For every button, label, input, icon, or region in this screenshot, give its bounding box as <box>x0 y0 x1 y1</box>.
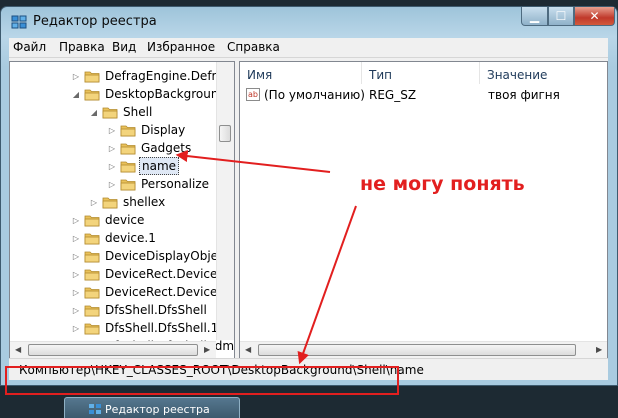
title-bar[interactable]: Редактор реестра ▁ ☐ ✕ <box>1 7 617 37</box>
tree-item[interactable]: ▷ Personalize <box>106 175 211 193</box>
tree-item-label: device.1 <box>105 231 156 245</box>
folder-icon <box>120 179 136 190</box>
minimize-button[interactable]: ▁ <box>521 7 548 26</box>
tree-vertical-scrollbar[interactable] <box>216 62 234 340</box>
expand-closed-icon[interactable]: ▷ <box>88 198 100 207</box>
tree-item[interactable]: ▷ Display <box>106 121 187 139</box>
scroll-left-icon[interactable]: ◀ <box>15 345 21 354</box>
maximize-icon: ☐ <box>555 9 567 23</box>
expand-closed-icon[interactable]: ▷ <box>70 306 82 315</box>
tree-item[interactable]: ▷ device <box>70 211 146 229</box>
tree-item-label: Shell <box>123 105 153 119</box>
expand-closed-icon[interactable]: ▷ <box>106 162 118 171</box>
minimize-icon: ▁ <box>529 9 540 23</box>
taskbar-label: Редактор реестра <box>105 403 210 416</box>
folder-icon <box>102 107 118 118</box>
list-horizontal-scrollbar[interactable]: ◀ ▶ <box>240 341 607 358</box>
menu-edit[interactable]: Правка <box>59 40 105 54</box>
tree-vertical-scroll-thumb[interactable] <box>219 125 231 142</box>
tree-item[interactable]: ▷ Gadgets <box>106 139 193 157</box>
folder-icon <box>84 251 100 262</box>
folder-icon <box>84 215 100 226</box>
expand-closed-icon[interactable]: ▷ <box>70 216 82 225</box>
expand-closed-icon[interactable]: ▷ <box>106 126 118 135</box>
folder-icon <box>120 143 136 154</box>
scroll-left-icon[interactable]: ◀ <box>245 345 251 354</box>
close-button[interactable]: ✕ <box>574 7 615 26</box>
value-type: REG_SZ <box>369 88 417 102</box>
annotation-highlight-box <box>5 366 399 395</box>
close-icon: ✕ <box>589 9 600 23</box>
taskbar-button-regedit[interactable]: Редактор реестра <box>64 397 240 418</box>
tree-item[interactable]: ▷ DeviceRect.DeviceRec <box>70 265 234 283</box>
expand-closed-icon[interactable]: ▷ <box>106 180 118 189</box>
folder-icon <box>84 287 100 298</box>
registry-editor-icon <box>89 404 101 414</box>
string-value-icon: ab <box>246 88 260 101</box>
tree-item-label: DfsShell.DfsShell <box>105 303 207 317</box>
expand-closed-icon[interactable]: ▷ <box>70 252 82 261</box>
key-tree[interactable]: ▷ DefragEngine.DefragE ◢ DesktopBackground ◢… <box>9 61 235 359</box>
registry-editor-icon <box>11 15 27 29</box>
tree-item[interactable]: ▷ DfsShell.DfsShell <box>70 301 209 319</box>
expand-closed-icon[interactable]: ▷ <box>70 270 82 279</box>
folder-icon <box>84 323 100 334</box>
expand-closed-icon[interactable]: ▷ <box>70 72 82 81</box>
tree-item[interactable]: ▷ shellex <box>88 193 167 211</box>
tree-horizontal-scrollbar[interactable]: ◀ ▶ <box>10 341 216 358</box>
tree-item[interactable]: ▷ DefragEngine.DefragE <box>70 67 234 85</box>
tree-item-label: shellex <box>123 195 166 209</box>
value-name: (По умолчанию) <box>264 88 365 102</box>
tree-item-label: device <box>105 213 145 227</box>
expand-closed-icon[interactable]: ▷ <box>70 234 82 243</box>
folder-icon <box>84 89 100 100</box>
tree-item-label: Display <box>141 123 186 137</box>
tree-item[interactable]: ▷ name <box>106 157 180 175</box>
folder-icon <box>120 161 136 172</box>
menu-file[interactable]: Файл <box>13 40 46 54</box>
folder-icon <box>84 233 100 244</box>
menu-help[interactable]: Справка <box>227 40 280 54</box>
value-list[interactable]: Имя Тип Значение ab (По умолчанию) REG_S… <box>239 61 608 359</box>
tree-horizontal-scroll-thumb[interactable] <box>28 344 198 356</box>
tree-item-label: name <box>139 157 180 175</box>
expand-open-icon[interactable]: ◢ <box>88 108 100 117</box>
folder-icon <box>120 125 136 136</box>
column-header-value[interactable]: Значение <box>480 62 607 84</box>
expand-open-icon[interactable]: ◢ <box>70 90 82 99</box>
client-area: ▷ DefragEngine.DefragE ◢ DesktopBackground ◢… <box>9 58 608 359</box>
folder-icon <box>102 197 118 208</box>
folder-icon <box>84 305 100 316</box>
list-horizontal-scroll-thumb[interactable] <box>258 344 576 356</box>
scroll-right-icon[interactable]: ▶ <box>204 345 210 354</box>
menu-bar: Файл Правка Вид Избранное Справка <box>9 38 608 58</box>
tree-item-label: Gadgets <box>141 141 192 155</box>
expand-closed-icon[interactable]: ▷ <box>70 324 82 333</box>
value-data: твоя фигня <box>488 88 560 102</box>
regedit-window: Редактор реестра ▁ ☐ ✕ Файл Правка Вид И… <box>0 6 618 386</box>
tree-item[interactable]: ▷ DeviceRect.DeviceRec <box>70 283 234 301</box>
maximize-button[interactable]: ☐ <box>548 7 574 26</box>
column-header-name[interactable]: Имя <box>240 62 362 84</box>
tree-item[interactable]: ◢ DesktopBackground <box>70 85 228 103</box>
scroll-right-icon[interactable]: ▶ <box>596 345 602 354</box>
window-title: Редактор реестра <box>33 14 157 29</box>
tree-item-label: Personalize <box>141 177 210 191</box>
tree-item[interactable]: ▷ DeviceDisplayObject <box>70 247 231 265</box>
tree-item[interactable]: ▷ device.1 <box>70 229 158 247</box>
annotation-text: не могу понять <box>360 173 525 195</box>
expand-closed-icon[interactable]: ▷ <box>70 288 82 297</box>
menu-favorites[interactable]: Избранное <box>147 40 215 54</box>
tree-item-label: DesktopBackground <box>105 87 227 101</box>
folder-icon <box>84 71 100 82</box>
expand-closed-icon[interactable]: ▷ <box>106 144 118 153</box>
tree-item-label: DeviceDisplayObject <box>105 249 230 263</box>
menu-view[interactable]: Вид <box>112 40 136 54</box>
tree-item[interactable]: ◢ Shell <box>88 103 154 121</box>
tree-item-label: DfsShell.DfsShell.1 <box>105 321 219 335</box>
folder-icon <box>84 269 100 280</box>
list-item[interactable]: ab (По умолчанию) REG_SZ твоя фигня <box>240 86 607 104</box>
column-header-type[interactable]: Тип <box>362 62 480 84</box>
tree-item[interactable]: ▷ DfsShell.DfsShell.1 <box>70 319 220 337</box>
